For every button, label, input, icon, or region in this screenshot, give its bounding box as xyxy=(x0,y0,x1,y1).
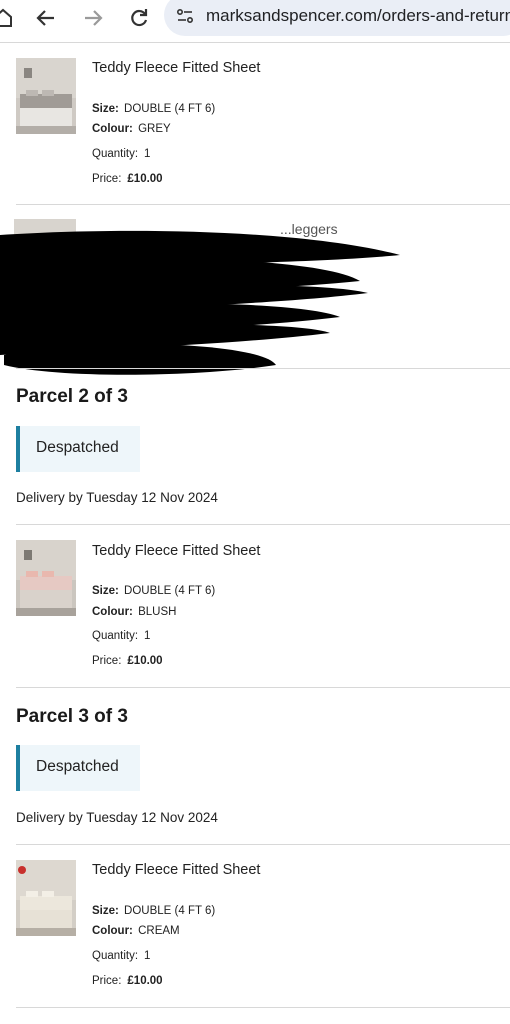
product-price: Price: £10.00 xyxy=(92,655,163,667)
browser-toolbar: marksandspencer.com/orders-and-returns xyxy=(0,0,510,36)
status-text: Despatched xyxy=(36,439,119,456)
parcel-title: Parcel 2 of 3 xyxy=(16,386,128,407)
product-size: Size: DOUBLE (4 FT 6) xyxy=(92,585,216,597)
forward-arrow-icon[interactable] xyxy=(78,3,108,33)
product-quantity: Quantity: 1 xyxy=(92,630,151,642)
delivery-date: Delivery by Tuesday 12 Nov 2024 xyxy=(16,490,218,505)
url-text[interactable]: marksandspencer.com/orders-and-returns xyxy=(206,6,510,26)
product-size: Size: DOUBLE (4 FT 6) xyxy=(92,103,216,115)
back-arrow-icon[interactable] xyxy=(31,3,61,33)
parcel-title: Parcel 3 of 3 xyxy=(16,706,128,727)
divider xyxy=(0,42,510,43)
divider xyxy=(16,687,510,688)
status-text: Despatched xyxy=(36,758,119,775)
product-colour: Colour: GREY xyxy=(92,123,171,135)
product-colour: Colour: CREAM xyxy=(92,925,180,937)
divider xyxy=(16,1007,510,1008)
product-quantity: Quantity: 1 xyxy=(92,950,151,962)
status-badge: Despatched xyxy=(16,426,140,472)
product-size: Size: DOUBLE (4 FT 6) xyxy=(92,905,216,917)
divider xyxy=(16,844,510,845)
product-quantity: Quantity: 1 xyxy=(92,148,151,160)
product-title[interactable]: Teddy Fleece Fitted Sheet xyxy=(92,60,260,76)
delivery-date: Delivery by Tuesday 12 Nov 2024 xyxy=(16,810,218,825)
product-price: Price: £10.00 xyxy=(92,173,163,185)
reload-icon[interactable] xyxy=(124,3,154,33)
product-colour: Colour: BLUSH xyxy=(92,606,177,618)
divider xyxy=(16,524,510,525)
site-settings-icon[interactable] xyxy=(176,7,194,30)
product-thumbnail-cream[interactable] xyxy=(16,860,76,936)
product-title[interactable]: Teddy Fleece Fitted Sheet xyxy=(92,543,260,559)
product-title[interactable]: Teddy Fleece Fitted Sheet xyxy=(92,862,260,878)
home-icon[interactable] xyxy=(0,3,18,33)
product-thumbnail-blush[interactable] xyxy=(16,540,76,616)
product-thumbnail-grey[interactable] xyxy=(16,58,76,134)
status-badge: Despatched xyxy=(16,745,140,791)
divider xyxy=(16,368,510,369)
product-price: Price: £10.00 xyxy=(92,975,163,987)
